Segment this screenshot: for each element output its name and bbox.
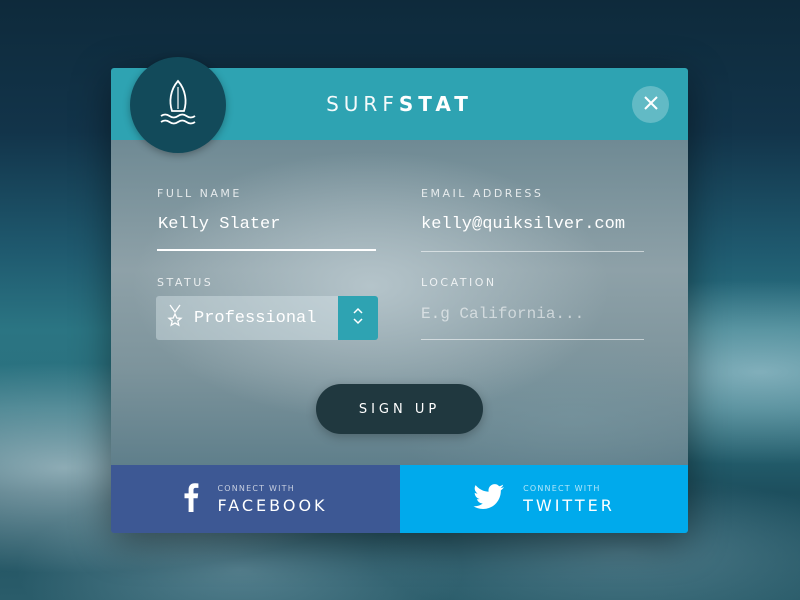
facebook-icon [183, 482, 199, 516]
facebook-connect-label: FACEBOOK [217, 495, 328, 515]
status-select[interactable]: Professional [156, 296, 378, 340]
twitter-connect-label: TWITTER [523, 495, 615, 515]
email-underline [421, 251, 644, 252]
medal-star-icon [166, 304, 184, 332]
status-label: STATUS [157, 276, 214, 289]
facebook-connect-caption: CONNECT WITH [217, 483, 295, 493]
close-icon [643, 95, 659, 115]
twitter-connect-caption: CONNECT WITH [523, 483, 601, 493]
twitter-connect-button[interactable]: CONNECT WITH TWITTER [400, 465, 688, 533]
chevron-up-down-icon [352, 305, 364, 331]
full-name-underline [157, 249, 376, 251]
logo [130, 57, 226, 153]
location-underline [421, 339, 644, 340]
social-footer: CONNECT WITH FACEBOOK CONNECT WITH TWITT… [111, 465, 688, 533]
email-label: EMAIL ADDRESS [421, 187, 544, 200]
full-name-input[interactable]: Kelly Slater [158, 215, 280, 234]
location-label: LOCATION [421, 276, 497, 289]
twitter-bird-icon [473, 484, 505, 514]
brand-title-light: SURF [326, 92, 399, 116]
full-name-label: FULL NAME [157, 187, 242, 200]
sign-up-button[interactable]: SIGN UP [316, 384, 483, 434]
status-select-value: Professional [194, 308, 317, 328]
status-select-toggle[interactable] [338, 296, 378, 340]
brand-title-bold: STAT [398, 92, 473, 116]
surfboard-waves-icon [156, 78, 200, 132]
close-button[interactable] [632, 86, 669, 123]
facebook-connect-button[interactable]: CONNECT WITH FACEBOOK [111, 465, 400, 533]
location-input[interactable]: E.g California... [421, 305, 584, 323]
email-input[interactable]: kelly@quiksilver.com [421, 215, 625, 234]
status-select-value-area[interactable]: Professional [156, 296, 338, 340]
